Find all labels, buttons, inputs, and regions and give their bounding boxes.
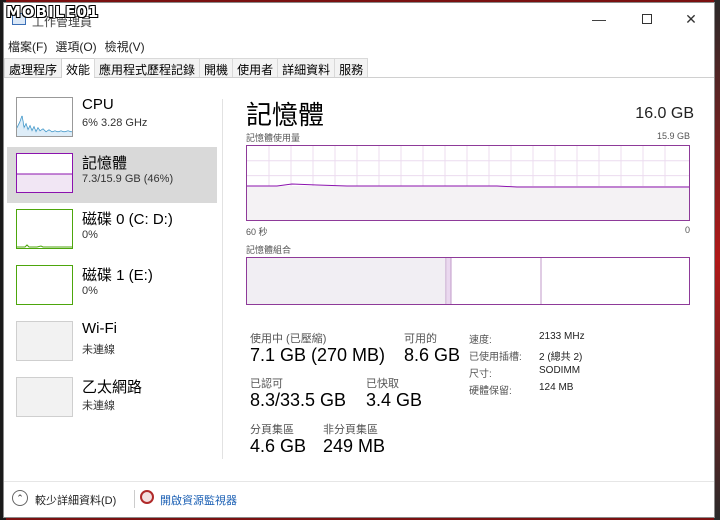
sidebar-item-disk-1[interactable]: 磁碟 1 (E:) 0% — [7, 259, 217, 315]
sidebar-item-value: 未連線 — [82, 344, 115, 356]
sidebar-item-value: 7.3/15.9 GB (46%) — [82, 173, 174, 185]
tab-performance[interactable]: 效能 — [61, 58, 96, 78]
time-axis-end: 0 — [684, 225, 690, 235]
sidebar-item-wifi[interactable]: Wi-Fi 未連線 — [7, 315, 217, 371]
total-memory: 16.0 GB — [635, 105, 694, 122]
composition-modified — [447, 258, 451, 304]
tab-details[interactable]: 詳細資料 — [277, 58, 336, 77]
nonpaged-pool-value: 249 MB — [323, 436, 386, 456]
committed-label: 已認可 — [250, 378, 283, 390]
time-axis-start: 60 秒 — [246, 227, 268, 237]
chevron-up-icon[interactable]: ⌃ — [12, 490, 28, 506]
slots-label: 已使用插槽: — [469, 352, 522, 363]
fewer-details-link[interactable]: 較少詳細資料(D) — [35, 492, 116, 508]
committed-value: 8.3/33.5 GB — [250, 390, 347, 410]
menu-file[interactable]: 檔案(F) — [4, 36, 51, 56]
footer-bar: ⌃ 較少詳細資料(D) 開啟資源監視器 — [4, 481, 714, 517]
hardware-reserved-value: 124 MB — [539, 382, 574, 393]
disk1-thumbnail-graph — [16, 265, 73, 305]
minimize-icon: — — [592, 11, 606, 27]
tab-startup[interactable]: 開機 — [199, 58, 234, 77]
hardware-reserved-label: 硬體保留: — [469, 386, 512, 397]
sidebar-item-cpu[interactable]: CPU 6% 3.28 GHz — [7, 91, 217, 147]
menu-view[interactable]: 檢視(V) — [101, 36, 149, 56]
slots-value: 2 (總共 2) — [539, 352, 583, 363]
sidebar-item-label: 記憶體 — [82, 155, 128, 172]
sidebar-item-value: 未連線 — [82, 400, 115, 412]
sidebar-item-label: 磁碟 0 (C: D:) — [82, 211, 173, 228]
composition-in-use — [247, 258, 446, 304]
sidebar-item-memory[interactable]: 記憶體 7.3/15.9 GB (46%) — [7, 147, 217, 203]
sidebar-item-value: 0% — [82, 285, 98, 297]
footer-separator — [134, 490, 135, 508]
cpu-thumbnail-graph — [16, 97, 73, 137]
sidebar-item-disk-0[interactable]: 磁碟 0 (C: D:) 0% — [7, 203, 217, 259]
usage-graph-label: 記憶體使用量 — [246, 133, 301, 143]
sidebar-item-value: 0% — [82, 229, 98, 241]
ethernet-thumbnail-graph — [16, 377, 73, 417]
tab-app-history[interactable]: 應用程式歷程記錄 — [94, 58, 201, 77]
task-manager-window: 工作管理員 MOBILE01 — ✕ 檔案(F) 選項(O) 檢視(V) 處理程… — [3, 2, 715, 518]
memory-usage-graph — [246, 145, 690, 221]
in-use-label: 使用中 (已壓縮) — [250, 333, 327, 345]
memory-thumbnail-graph — [16, 153, 73, 193]
performance-sidebar: CPU 6% 3.28 GHz 記憶體 7.3/15.9 GB (46%) 磁碟… — [4, 87, 226, 487]
cached-label: 已快取 — [366, 378, 399, 390]
resource-monitor-icon — [140, 490, 154, 504]
disk0-thumbnail-graph — [16, 209, 73, 249]
minimize-button[interactable]: — — [576, 3, 622, 35]
watermark-logo: MOBILE01 — [6, 3, 100, 21]
tab-processes[interactable]: 處理程序 — [4, 58, 63, 77]
sidebar-divider — [222, 99, 223, 459]
speed-value: 2133 MHz — [539, 331, 585, 342]
sidebar-item-ethernet[interactable]: 乙太網路 未連線 — [7, 371, 217, 427]
maximize-icon — [642, 14, 652, 24]
tab-users[interactable]: 使用者 — [232, 58, 279, 77]
page-title: 記憶體 — [246, 100, 325, 130]
memory-usage-svg — [247, 146, 689, 220]
sidebar-item-label: Wi-Fi — [82, 320, 117, 337]
form-factor-value: SODIMM — [539, 365, 581, 376]
menu-options[interactable]: 選項(O) — [51, 36, 100, 56]
tab-bar: 處理程序 效能 應用程式歷程記錄 開機 使用者 詳細資料 服務 — [4, 58, 714, 78]
form-factor-label: 尺寸: — [469, 369, 492, 380]
memory-usage-fill — [247, 186, 689, 220]
composition-label: 記憶體組合 — [246, 245, 292, 255]
open-resource-monitor-link[interactable]: 開啟資源監視器 — [160, 492, 237, 508]
sidebar-item-value: 6% 3.28 GHz — [82, 117, 148, 129]
paged-pool-value: 4.6 GB — [250, 436, 307, 456]
maximize-button[interactable] — [624, 3, 670, 35]
nonpaged-pool-label: 非分頁集區 — [323, 424, 378, 436]
close-button[interactable]: ✕ — [668, 3, 714, 35]
sidebar-item-label: CPU — [82, 96, 114, 113]
close-icon: ✕ — [685, 10, 697, 27]
paged-pool-label: 分頁集區 — [250, 424, 294, 436]
memory-composition-bar — [246, 257, 690, 305]
memory-detail-panel: 記憶體 16.0 GB 記憶體使用量 15.9 GB 60 秒 0 記憶體組合 … — [244, 87, 694, 487]
wifi-thumbnail-graph — [16, 321, 73, 361]
usage-graph-max: 15.9 GB — [656, 131, 690, 141]
title-bar[interactable]: 工作管理員 MOBILE01 — ✕ — [4, 3, 714, 35]
available-label: 可用的 — [404, 333, 437, 345]
tab-services[interactable]: 服務 — [334, 58, 369, 77]
sidebar-item-label: 乙太網路 — [82, 379, 143, 396]
available-value: 8.6 GB — [404, 345, 461, 365]
cached-value: 3.4 GB — [366, 390, 423, 410]
sidebar-item-label: 磁碟 1 (E:) — [82, 267, 153, 284]
speed-label: 速度: — [469, 335, 492, 346]
menu-bar: 檔案(F) 選項(O) 檢視(V) — [4, 36, 149, 56]
in-use-value: 7.1 GB (270 MB) — [250, 345, 386, 365]
